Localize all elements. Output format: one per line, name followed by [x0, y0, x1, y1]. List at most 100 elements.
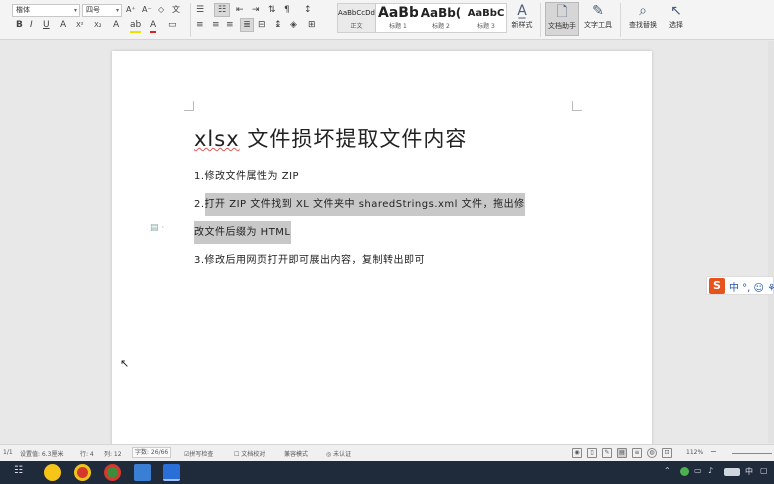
full-screen-icon[interactable]: ▯	[587, 448, 597, 458]
status-bar: 1/1 设置值: 6.3厘米 行: 4 列: 12 字数: 26/66 ☑拼写检…	[0, 444, 774, 461]
doc-proof[interactable]: ☐ 文档校对	[234, 449, 265, 458]
find-replace-button[interactable]: ⌕ 查找替换	[625, 2, 661, 36]
column-indicator: 列: 12	[104, 451, 122, 458]
paragraph-3: 3.修改后用网页打开即可展出内容，复制转出即可	[194, 255, 426, 266]
border-icon[interactable]: ⊞	[308, 19, 316, 31]
style-gallery: AaBbCcDd 正文 AaBb 标题 1 AaBb( 标题 2 AaBbC 标…	[337, 3, 507, 33]
network-icon[interactable]: ▭	[694, 466, 702, 475]
cursor-icon: ↖	[670, 3, 682, 19]
text-tools-button[interactable]: ✎ 文字工具	[581, 2, 615, 36]
document-title: xlsx 文件损坏提取文件内容	[194, 123, 467, 153]
doc-proof-label: 文档校对	[241, 451, 266, 458]
ribbon: 楷体 ▾ 四号 ▾ A⁺ A⁻ ◇ 文 B I U A X² X₂ A ab A ▭…	[0, 0, 774, 40]
wps-writer-icon[interactable]	[163, 464, 180, 481]
align-center-icon[interactable]: ≡	[212, 19, 220, 31]
app-icon-yellow[interactable]	[44, 464, 61, 481]
line-spacing-icon[interactable]: ↕	[304, 4, 312, 16]
title-prefix: xlsx	[194, 127, 240, 151]
style-heading1[interactable]: AaBb 标题 1	[378, 4, 418, 32]
keyboard-icon[interactable]	[724, 468, 740, 476]
style-label: 正文	[350, 23, 363, 30]
web-view-icon[interactable]: ◍	[647, 448, 657, 458]
chevron-down-icon: ▾	[73, 7, 77, 14]
justify-icon[interactable]: ≣	[240, 18, 254, 32]
phonetic-icon[interactable]: 文	[172, 4, 180, 16]
highlight-icon[interactable]: ab	[130, 19, 142, 33]
style-preview: AaBbCcDd	[338, 9, 375, 17]
document-page[interactable]: xlsx 文件损坏提取文件内容 1.修改文件属性为 ZIP 2.打开 ZIP 文…	[112, 51, 652, 446]
page-view-icon[interactable]: ▤	[617, 448, 627, 458]
ime-toolbar[interactable]: S 中 °, ☺ ⚘	[706, 276, 774, 295]
chrome-icon[interactable]	[74, 464, 91, 481]
unverified[interactable]: ◎ 未认证	[326, 449, 351, 458]
volume-icon[interactable]: ♪	[708, 466, 713, 475]
browser-icon[interactable]	[104, 464, 121, 481]
align-left-icon[interactable]: ≡	[196, 19, 204, 31]
grow-font-icon[interactable]: A⁺	[126, 4, 136, 16]
notification-icon[interactable]: ▢	[760, 466, 768, 475]
shading-icon[interactable]: ◈	[290, 19, 297, 31]
sort-icon[interactable]: ⇅	[268, 4, 276, 16]
row-indicator: 行: 4	[80, 451, 94, 458]
vertical-scrollbar[interactable]	[768, 41, 774, 443]
doc-assistant-button[interactable]: 🗋 文档助手	[545, 2, 579, 36]
italic-icon[interactable]: I	[30, 19, 33, 31]
crop-mark	[184, 101, 194, 111]
zoom-level[interactable]: 112%	[686, 449, 703, 456]
chevron-up-icon[interactable]: ⌃	[664, 466, 671, 475]
task-view-icon[interactable]: ☷	[14, 465, 23, 476]
shrink-font-icon[interactable]: A⁻	[142, 4, 152, 16]
title-rest: 文件损坏提取文件内容	[239, 127, 468, 151]
paragraph-handle-icon[interactable]: ▤ ·	[150, 223, 164, 233]
edit-icon[interactable]: ✎	[602, 448, 612, 458]
clear-format-icon[interactable]: ◇	[158, 4, 164, 16]
zoom-out-icon[interactable]: −	[710, 447, 717, 456]
zoom-slider[interactable]	[732, 453, 772, 454]
char-border-icon[interactable]: ▭	[168, 19, 177, 31]
tray-app-icon[interactable]	[680, 467, 689, 476]
doc-assistant-label: 文档助手	[548, 22, 576, 30]
underline-icon[interactable]: U	[43, 19, 50, 31]
text-effect-icon[interactable]: A	[113, 19, 119, 31]
new-style-label: 新样式	[511, 21, 533, 29]
font-size-select[interactable]: 四号 ▾	[82, 4, 122, 17]
style-normal[interactable]: AaBbCcDd 正文	[338, 4, 376, 32]
style-preview: AaBb(	[420, 6, 462, 20]
find-replace-label: 查找替换	[629, 21, 657, 29]
app-icon-blue[interactable]	[134, 464, 151, 481]
ime-status: 中 °, ☺ ⚘	[729, 283, 774, 294]
style-label: 标题 2	[432, 23, 450, 30]
font-family-select[interactable]: 楷体 ▾	[12, 4, 80, 17]
bullet-list-icon[interactable]: ☰	[196, 4, 204, 16]
numbered-list-icon[interactable]: ☷	[214, 3, 230, 17]
subscript-icon[interactable]: X₂	[94, 19, 102, 31]
ime-language[interactable]: 中	[745, 466, 753, 477]
superscript-icon[interactable]: X²	[76, 19, 84, 31]
strikethrough-icon[interactable]: A	[60, 19, 66, 31]
divider	[620, 3, 621, 37]
word-count[interactable]: 字数: 26/66	[132, 447, 172, 458]
line-spacing-icon-2[interactable]: ↨	[274, 19, 282, 31]
divider	[540, 3, 541, 37]
increase-indent-icon[interactable]: ⇥	[252, 4, 260, 16]
select-button[interactable]: ↖ 选择	[664, 2, 688, 36]
selected-text: 打开 ZIP 文件找到 XL 文件夹中 sharedStrings.xml 文件…	[204, 193, 525, 216]
read-view-icon[interactable]: ⊡	[662, 448, 672, 458]
style-heading2[interactable]: AaBb( 标题 2	[420, 4, 462, 32]
page-indicator[interactable]: 1/1	[3, 449, 13, 456]
sogou-logo-icon: S	[709, 278, 725, 294]
show-marks-icon[interactable]: ¶	[284, 4, 290, 16]
font-family-value: 楷体	[16, 6, 30, 14]
distribute-icon[interactable]: ⊟	[258, 19, 266, 31]
list-number: 2.	[194, 199, 205, 210]
decrease-indent-icon[interactable]: ⇤	[236, 4, 244, 16]
eye-icon[interactable]: ◉	[572, 448, 582, 458]
font-color-icon[interactable]: A	[150, 19, 157, 33]
style-heading3[interactable]: AaBbC 标题 3	[464, 4, 506, 32]
outline-view-icon[interactable]: ≡	[632, 448, 642, 458]
bold-icon[interactable]: B	[16, 19, 23, 31]
spell-check[interactable]: ☑拼写检查	[184, 449, 213, 458]
align-right-icon[interactable]: ≡	[226, 19, 234, 31]
new-style-button[interactable]: A̲ 新样式	[508, 2, 536, 36]
text-tools-label: 文字工具	[584, 21, 612, 29]
